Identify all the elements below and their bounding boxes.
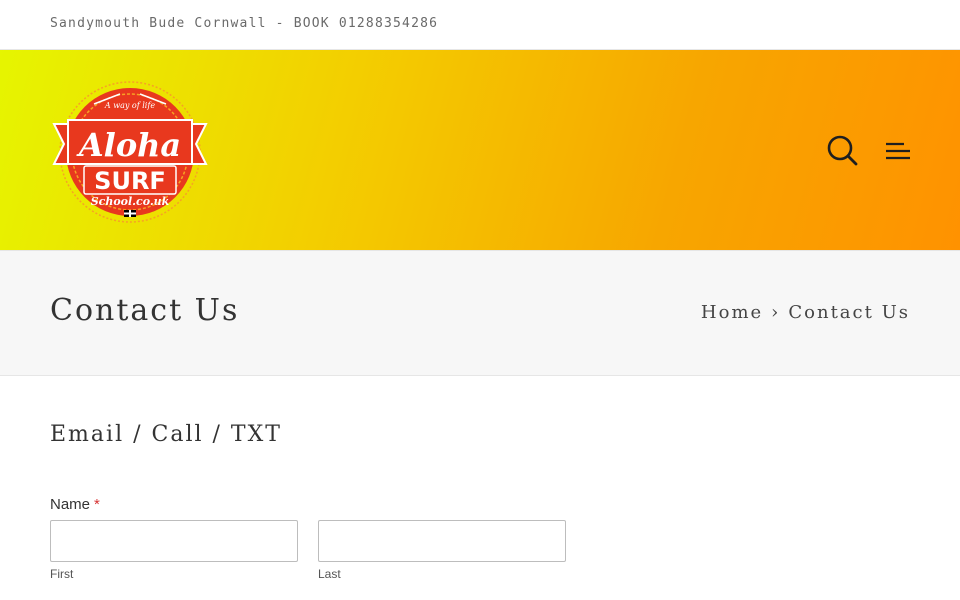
logo-aloha-text: Aloha (76, 126, 181, 164)
chevron-right-icon: › (771, 302, 781, 323)
breadcrumb-current: Contact Us (788, 302, 910, 323)
breadcrumb: Home › Contact Us (701, 302, 910, 323)
menu-icon[interactable] (882, 138, 914, 164)
last-name-sublabel: Last (318, 567, 341, 581)
first-name-sublabel: First (50, 567, 74, 581)
form-section-title: Email / Call / TXT (50, 422, 282, 447)
last-name-input[interactable] (318, 520, 566, 562)
first-name-input[interactable] (50, 520, 298, 562)
logo-school-text: School.co.uk (91, 195, 170, 208)
page-title: Contact Us (50, 293, 240, 328)
required-marker: * (94, 496, 100, 513)
top-bar: Sandymouth Bude Cornwall - BOOK 01288354… (0, 0, 960, 50)
logo-tagline: A way of life (104, 101, 155, 110)
page-title-bar: Contact Us Home › Contact Us (0, 250, 960, 376)
logo-surf-text: SURF (94, 167, 166, 195)
contact-info-text: Sandymouth Bude Cornwall - BOOK 01288354… (50, 16, 439, 31)
search-icon[interactable] (826, 134, 858, 166)
site-header: A way of life Aloha SURF School.co.uk (0, 50, 960, 250)
breadcrumb-home-link[interactable]: Home (701, 302, 763, 323)
aloha-surf-school-logo[interactable]: A way of life Aloha SURF School.co.uk (50, 80, 210, 224)
name-field-label: Name * (50, 496, 100, 513)
name-label-text: Name (50, 496, 91, 513)
